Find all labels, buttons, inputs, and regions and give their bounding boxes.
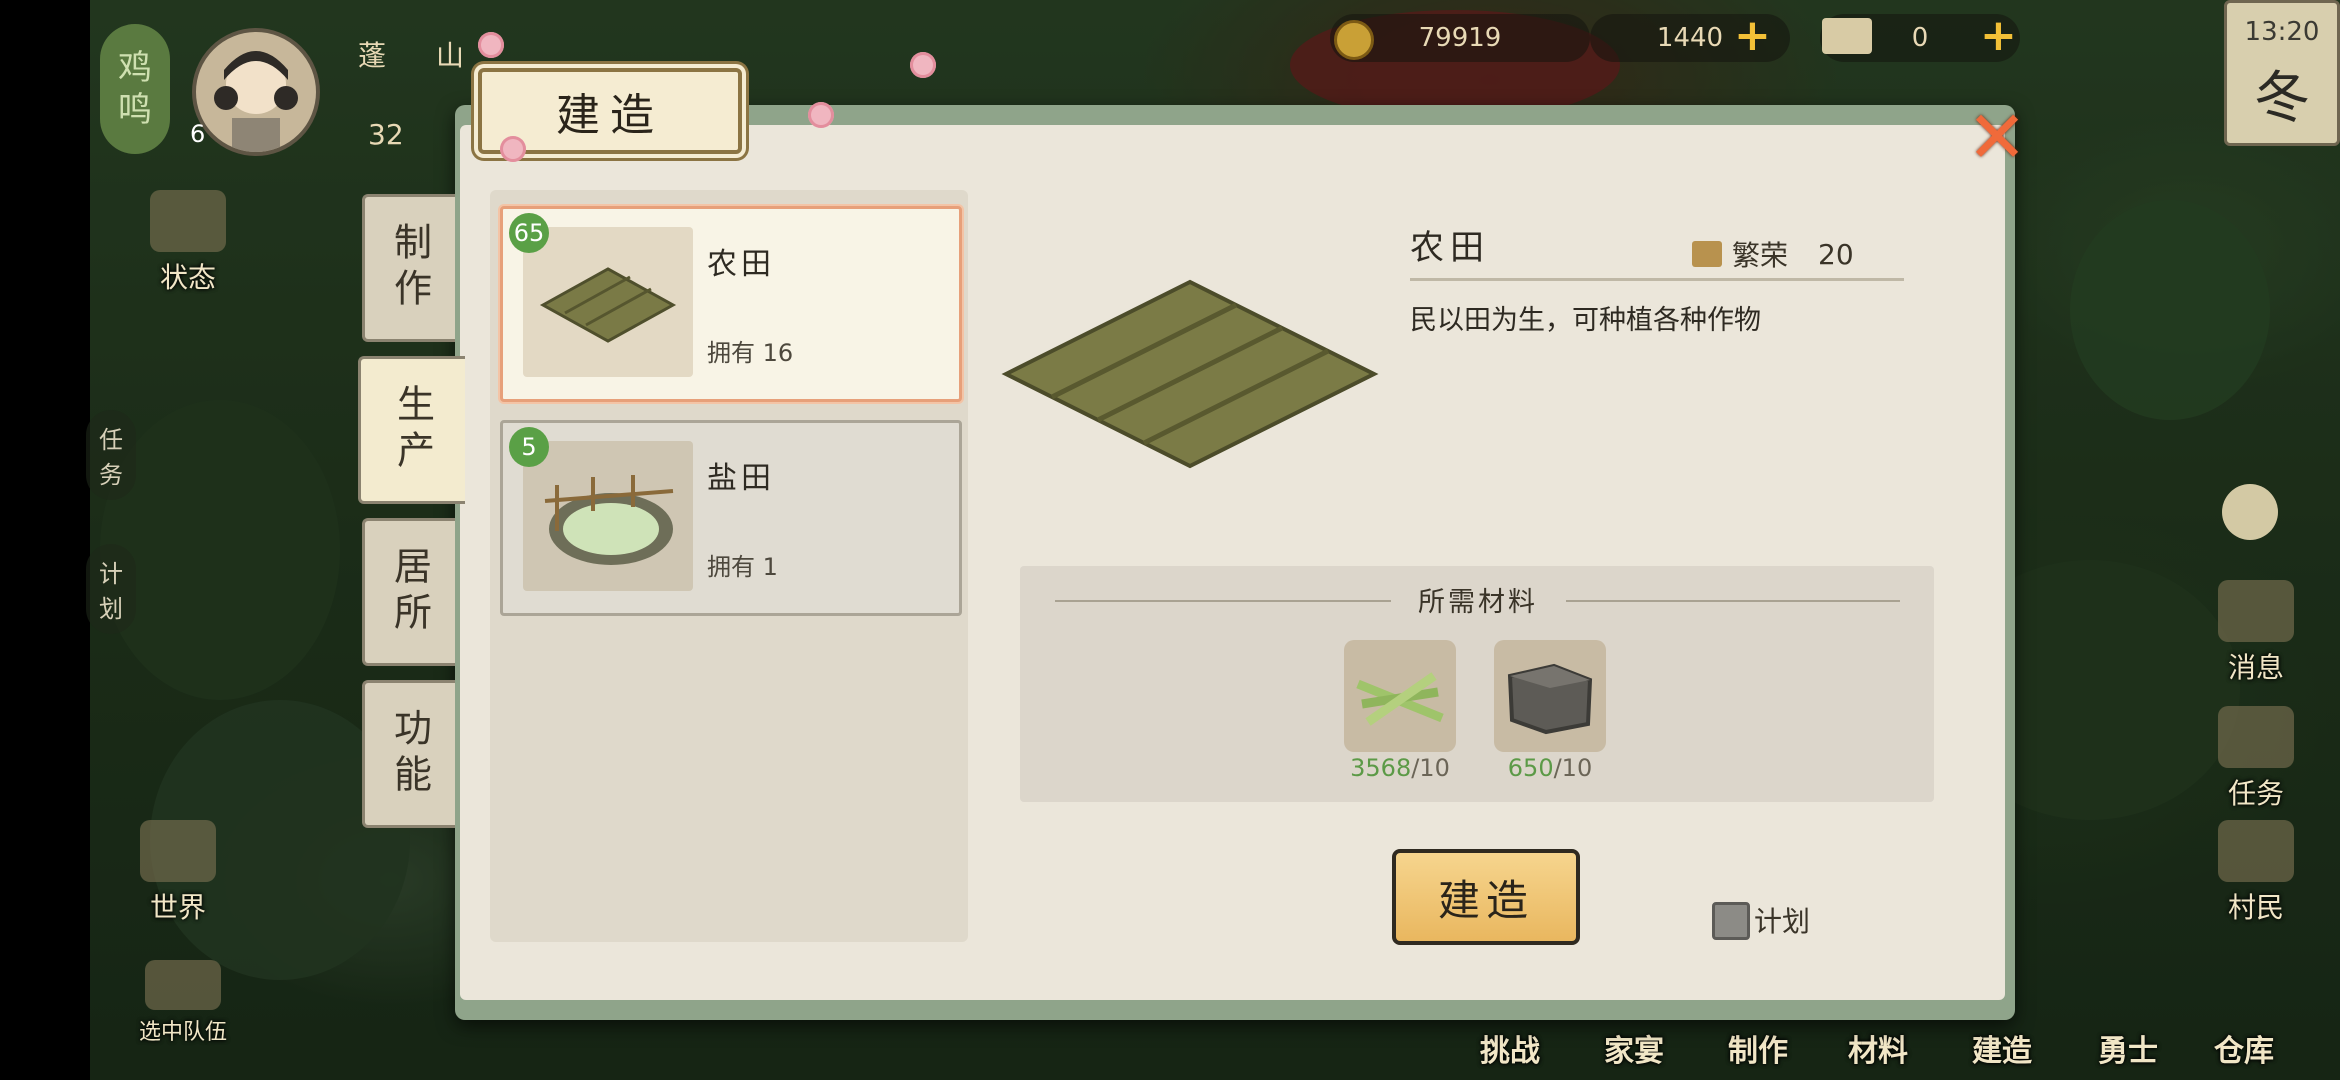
bottom-build[interactable]: 建造 — [1972, 1026, 2032, 1070]
blossom-decoration — [808, 102, 834, 128]
jade-value: 1440 — [1656, 23, 1724, 53]
world-label: 世界 — [149, 891, 206, 924]
divider — [1410, 278, 1904, 281]
building-preview — [1000, 270, 1380, 480]
farmland-icon — [539, 267, 677, 343]
scroll-icon — [2218, 706, 2294, 768]
blossom-decoration — [910, 52, 936, 78]
avatar[interactable] — [192, 28, 320, 156]
clock-time: 13:20 — [2244, 17, 2320, 47]
message-button[interactable]: 消息 — [2196, 580, 2316, 686]
building-card-farmland[interactable]: 65 农田 拥有 16 — [500, 206, 962, 402]
bottom-challenge[interactable]: 挑战 — [1480, 1026, 1540, 1070]
villager-button[interactable]: 村民 — [2196, 820, 2316, 926]
stone-need: /10 — [1553, 754, 1593, 782]
bottom-feast[interactable]: 家宴 — [1604, 1026, 1664, 1070]
building-card-salt-field[interactable]: 5 盐田 拥有 1 — [500, 420, 962, 616]
building-name: 盐田 — [707, 461, 775, 496]
building-description: 民以田为生，可种植各种作物 — [1410, 305, 1761, 336]
building-name: 农田 — [707, 247, 775, 282]
badge-char-1: 鸡 — [118, 47, 152, 88]
plan-label: 计划 — [1754, 905, 1811, 938]
world-map-icon — [140, 820, 216, 882]
bamboo-have: 3568 — [1350, 754, 1412, 782]
prosperity-stat: 繁荣 20 — [1692, 234, 1854, 274]
player-name: 蓬 — [358, 39, 387, 72]
level-badge: 5 — [509, 427, 549, 467]
coin-value: 79919 — [1418, 23, 1502, 53]
task-side-char-1: 任 — [99, 426, 123, 454]
bottom-craft[interactable]: 制作 — [1728, 1026, 1788, 1070]
world-button[interactable]: 世界 — [118, 820, 238, 926]
prosperity-value: 20 — [1818, 237, 1854, 271]
time-of-day-badge: 鸡 鸣 — [100, 24, 170, 154]
ticket-value: 0 — [1911, 23, 1929, 53]
avatar-portrait-icon — [214, 51, 298, 152]
player-info[interactable]: 鸡 鸣 6 — [100, 24, 330, 164]
owned-count: 拥有 1 — [707, 553, 778, 581]
stone-have: 650 — [1507, 754, 1554, 782]
tab-function[interactable]: 功能 — [362, 680, 455, 828]
tab-residence[interactable]: 居所 — [362, 518, 455, 666]
coin-icon — [1334, 20, 1374, 60]
salt-field-thumbnail — [523, 441, 693, 591]
plan-checkbox[interactable] — [1712, 902, 1750, 940]
villager-icon — [2218, 820, 2294, 882]
stone-icon[interactable] — [1494, 640, 1606, 752]
plan-side-char-2: 划 — [99, 595, 123, 623]
task-side-tab[interactable]: 任 务 — [86, 410, 136, 500]
prosperity-icon — [1692, 241, 1722, 267]
bamboo-need: /10 — [1411, 754, 1450, 782]
owned-count: 拥有 16 — [707, 339, 794, 367]
task-side-char-2: 务 — [99, 461, 123, 489]
team-portrait-icon — [145, 960, 221, 1010]
season-clock[interactable]: 13:20 冬 — [2224, 0, 2340, 146]
add-jade-icon[interactable]: + — [1734, 14, 1771, 58]
level-badge: 65 — [509, 213, 549, 253]
tab-production[interactable]: 生产 — [358, 356, 465, 504]
bottom-warehouse[interactable]: 仓库 — [2214, 1026, 2274, 1070]
clover-menu-icon[interactable] — [2222, 484, 2278, 540]
prosperity-label: 繁荣 — [1732, 239, 1789, 272]
team-label: 选中队伍 — [138, 1020, 227, 1045]
blossom-decoration — [478, 32, 504, 58]
farmland-large-icon — [1001, 279, 1379, 469]
divider — [1055, 600, 1391, 602]
plan-side-char-1: 计 — [99, 560, 123, 588]
badge-char-2: 鸣 — [118, 90, 152, 130]
close-button[interactable]: ✕ — [1965, 101, 2029, 173]
task-label: 任务 — [2227, 777, 2284, 810]
ticket-icon — [1822, 18, 1872, 54]
bamboo-icon[interactable] — [1344, 640, 1456, 752]
detail-title: 农田 — [1410, 228, 1490, 268]
add-ticket-icon[interactable]: + — [1980, 14, 2017, 58]
tab-craft[interactable]: 制作 — [362, 194, 455, 342]
house-icon — [150, 190, 226, 252]
message-label: 消息 — [2227, 651, 2284, 684]
village-name: 山 — [436, 39, 465, 72]
bell-icon — [2218, 580, 2294, 642]
team-button[interactable]: 选中队伍 — [118, 960, 248, 1046]
player-level: 6 — [190, 120, 206, 148]
bottom-warriors[interactable]: 勇士 — [2098, 1026, 2158, 1070]
status-label: 状态 — [159, 261, 216, 294]
plan-side-tab[interactable]: 计 划 — [86, 544, 136, 634]
villager-label: 村民 — [2227, 891, 2284, 924]
bottom-materials[interactable]: 材料 — [1848, 1026, 1908, 1070]
status-button[interactable]: 状态 — [128, 190, 248, 296]
build-button[interactable]: 建造 — [1392, 849, 1580, 945]
salt-pond-icon — [544, 475, 674, 565]
season-label: 冬 — [2254, 66, 2310, 131]
farmland-thumbnail — [523, 227, 693, 377]
task-button[interactable]: 任务 — [2196, 706, 2316, 812]
stone-block-icon — [1507, 663, 1593, 735]
bamboo-bundle-icon — [1356, 672, 1444, 726]
blossom-decoration — [500, 136, 526, 162]
player-stat: 32 — [368, 118, 404, 151]
materials-title: 所需材料 — [1418, 587, 1538, 618]
stone-count: 650/10 — [1480, 754, 1620, 782]
divider — [1566, 600, 1900, 602]
bamboo-count: 3568/10 — [1330, 754, 1470, 782]
